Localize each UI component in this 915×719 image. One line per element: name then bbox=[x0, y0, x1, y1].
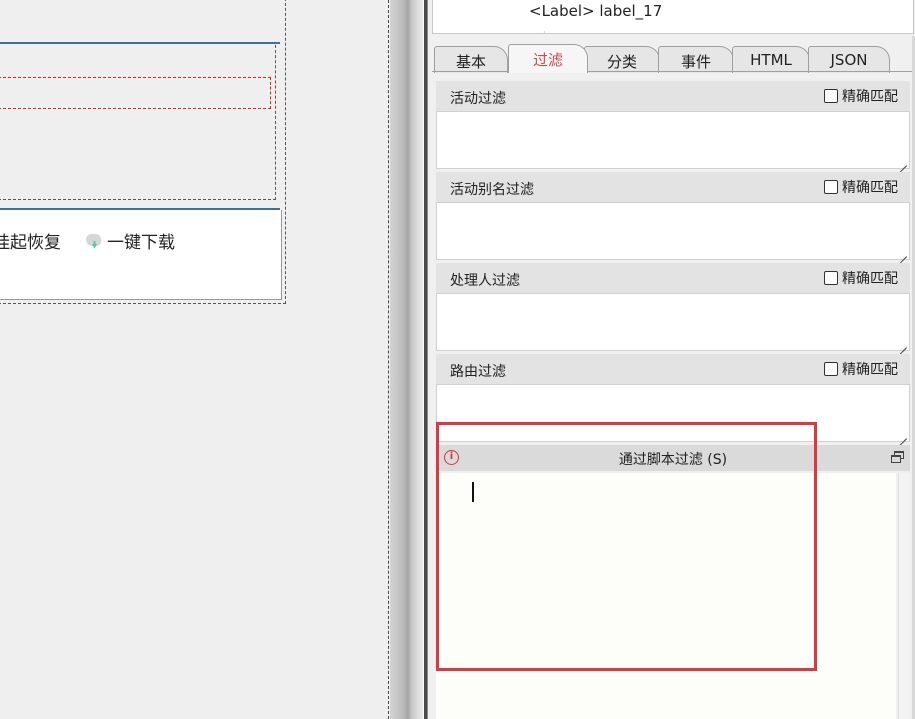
design-canvas: 挂起恢复 一键下载 bbox=[0, 0, 390, 719]
activity-alias-filter-group: 活动别名过滤 精确匹配 bbox=[436, 172, 910, 260]
filter-header: 活动别名过滤 精确匹配 bbox=[436, 172, 910, 202]
script-filter-header: i 通过脚本过滤 (S) bbox=[436, 445, 910, 471]
filter-label: 活动过滤 bbox=[450, 91, 506, 107]
route-filter-group: 路由过滤 精确匹配 bbox=[436, 354, 910, 442]
tab-html[interactable]: HTML bbox=[732, 46, 810, 73]
exact-match-checkbox[interactable]: 精确匹配 bbox=[824, 177, 898, 197]
filter-label: 路由过滤 bbox=[450, 364, 506, 380]
route-filter-textarea[interactable] bbox=[436, 384, 910, 442]
tab-category[interactable]: 分类 bbox=[584, 46, 660, 73]
resize-grip-icon[interactable] bbox=[898, 248, 907, 257]
tab-event[interactable]: 事件 bbox=[658, 46, 734, 73]
download-icon bbox=[85, 232, 103, 250]
panel-splitter[interactable] bbox=[390, 0, 426, 719]
handler-filter-group: 处理人过滤 精确匹配 bbox=[436, 263, 910, 351]
inner-container-outline bbox=[0, 45, 276, 200]
activity-filter-group: 活动过滤 精确匹配 bbox=[436, 81, 910, 169]
exact-match-checkbox[interactable]: 精确匹配 bbox=[824, 359, 898, 379]
resize-grip-icon[interactable] bbox=[898, 430, 907, 439]
text-caret bbox=[472, 482, 474, 502]
script-editor-scrollbar[interactable] bbox=[898, 473, 910, 719]
filter-label: 处理人过滤 bbox=[450, 273, 520, 289]
properties-panel: <Label> label_17 · 基本 过滤 分类 事件 HTML JSON… bbox=[427, 0, 915, 719]
tree-node-label[interactable]: <Label> label_17 bbox=[529, 2, 662, 20]
exact-match-checkbox[interactable]: 精确匹配 bbox=[824, 268, 898, 288]
activity-alias-filter-textarea[interactable] bbox=[436, 202, 910, 260]
download-label: 一键下载 bbox=[107, 233, 175, 253]
tab-basic[interactable]: 基本 bbox=[434, 46, 508, 73]
resize-grip-icon[interactable] bbox=[898, 157, 907, 166]
component-tree[interactable]: <Label> label_17 · bbox=[432, 0, 914, 34]
suspend-resume-button[interactable]: 挂起恢复 bbox=[0, 228, 61, 253]
tree-next-node-fragment: · bbox=[543, 28, 546, 34]
filter-header: 处理人过滤 精确匹配 bbox=[436, 263, 910, 293]
filter-header: 路由过滤 精确匹配 bbox=[436, 354, 910, 384]
resize-grip-icon[interactable] bbox=[898, 339, 907, 348]
property-tabs: 基本 过滤 分类 事件 HTML JSON bbox=[432, 44, 915, 73]
script-filter-title: 通过脚本过滤 (S) bbox=[618, 452, 728, 468]
script-editor[interactable] bbox=[436, 473, 896, 719]
checkbox-box[interactable] bbox=[824, 271, 838, 285]
panel-top-border bbox=[0, 42, 280, 44]
exact-match-checkbox[interactable]: 精确匹配 bbox=[824, 86, 898, 106]
tab-filter[interactable]: 过滤 bbox=[508, 44, 588, 73]
checkbox-box[interactable] bbox=[824, 89, 838, 103]
toolbar-panel: 挂起恢复 一键下载 bbox=[0, 210, 282, 300]
filter-tab-content: 活动过滤 精确匹配 活动别名过滤 精确匹配 处理人过滤 精确匹配 路由过滤 精确… bbox=[434, 78, 912, 719]
filter-label: 活动别名过滤 bbox=[450, 182, 534, 198]
activity-filter-textarea[interactable] bbox=[436, 111, 910, 169]
checkbox-box[interactable] bbox=[824, 362, 838, 376]
script-filter-section: i 通过脚本过滤 (S) bbox=[436, 445, 910, 719]
restore-window-icon[interactable] bbox=[891, 451, 904, 463]
download-button[interactable]: 一键下载 bbox=[85, 228, 175, 253]
canvas-edge-outline bbox=[388, 0, 389, 719]
tab-json[interactable]: JSON bbox=[808, 46, 890, 73]
handler-filter-textarea[interactable] bbox=[436, 293, 910, 351]
filter-header: 活动过滤 精确匹配 bbox=[436, 81, 910, 111]
checkbox-box[interactable] bbox=[824, 180, 838, 194]
selected-element-outline[interactable] bbox=[0, 77, 271, 109]
tab-baseline bbox=[432, 71, 914, 72]
